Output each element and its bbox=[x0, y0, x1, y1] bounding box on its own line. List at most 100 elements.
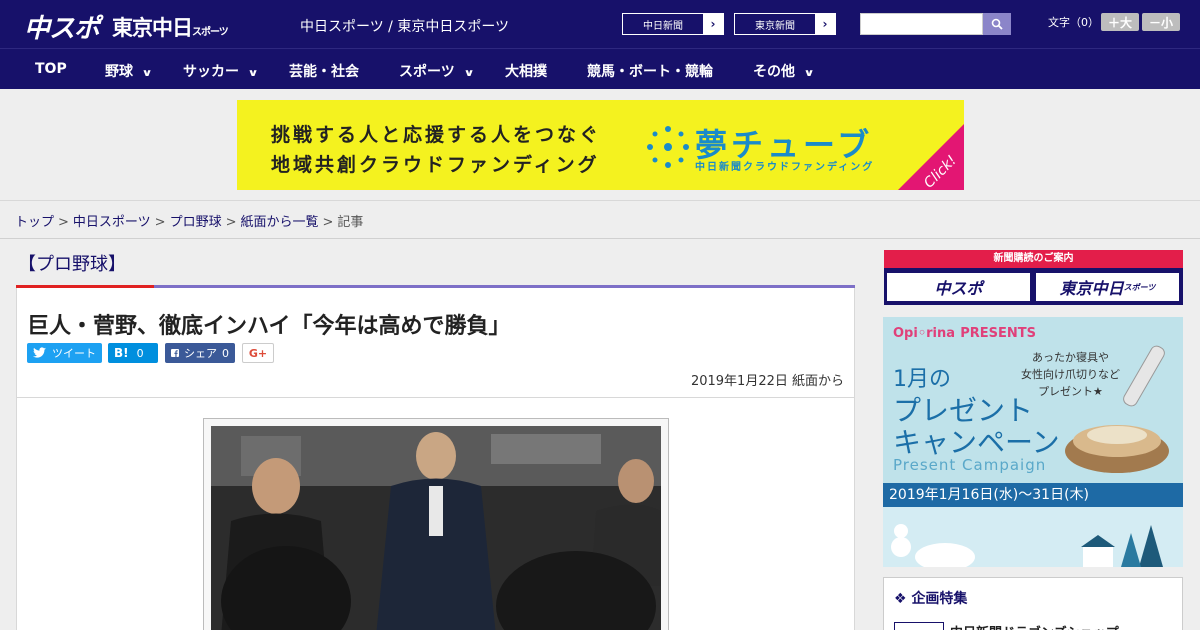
feature-heading-text: 企画特集 bbox=[911, 591, 968, 607]
breadcrumb: トップ > 中日スポーツ > プロ野球 > 紙面から一覧 > 記事 bbox=[0, 201, 1200, 239]
nav-item-sumo[interactable]: 大相撲 bbox=[505, 61, 547, 81]
article-body bbox=[16, 398, 855, 630]
subscription-title: 新聞購読のご案内 bbox=[884, 250, 1183, 268]
main-nav: TOP 野球 ∨ サッカー ∨ 芸能・社会 スポーツ ∨ 大相撲 競馬・ボート・競輪 … bbox=[0, 48, 1200, 89]
tokyo-logo-sub: スポーツ bbox=[192, 27, 229, 38]
nav-label: スポーツ bbox=[399, 64, 455, 80]
winter-scene-illustration bbox=[891, 524, 1163, 567]
nav-label: 大相撲 bbox=[505, 64, 547, 80]
feature-heading: ❖ 企画特集 bbox=[894, 588, 967, 608]
banner-line-1: 挑戦する人と応援する人をつなぐ bbox=[271, 124, 602, 146]
subscribe-tokyo-label: 東京中日 bbox=[1059, 279, 1124, 298]
tweet-label: ツイート bbox=[52, 347, 96, 360]
banner-brand-sub: 中日新聞クラウドファンディング bbox=[695, 162, 875, 173]
nav-item-baseball[interactable]: 野球 ∨ bbox=[105, 61, 153, 81]
article-header: 巨人・菅野、徹底インハイ「今年は高めで勝負」 ツイート B! 0 シェア 0 G… bbox=[16, 288, 855, 398]
bedding-illustration bbox=[1065, 425, 1169, 473]
article-headline: 巨人・菅野、徹底インハイ「今年は高めで勝負」 bbox=[27, 314, 511, 339]
article-category: 【プロ野球】 bbox=[18, 254, 126, 275]
tokyo-chunichi-logo[interactable]: 東京中日スポーツ bbox=[112, 12, 229, 42]
ad-snow-scene bbox=[883, 507, 1183, 567]
chuspo-logo[interactable]: 中スポ bbox=[24, 8, 100, 45]
chevron-right-icon: › bbox=[703, 14, 723, 34]
article-date: 2019年1月22日 紙面から bbox=[690, 374, 844, 389]
ad-presents: PRESENTS bbox=[960, 326, 1037, 341]
breadcrumb-separator: > bbox=[154, 215, 166, 230]
nav-label: TOP bbox=[35, 61, 67, 77]
nav-item-racing[interactable]: 競馬・ボート・競輪 bbox=[587, 61, 713, 81]
feature-box: ❖ 企画特集 中日新聞ドラゴンズショップ bbox=[883, 577, 1183, 630]
nav-item-entertainment[interactable]: 芸能・社会 bbox=[289, 61, 359, 81]
facebook-share-button[interactable]: シェア 0 bbox=[165, 343, 235, 363]
ad-copy-line: 女性向け爪切りなど bbox=[1021, 368, 1120, 381]
hatena-label: B! bbox=[114, 346, 129, 360]
twitter-icon bbox=[33, 347, 46, 358]
breadcrumb-top[interactable]: トップ bbox=[15, 215, 54, 230]
nav-label: その他 bbox=[753, 64, 795, 80]
breadcrumb-chunichi-sports[interactable]: 中日スポーツ bbox=[73, 215, 151, 230]
press-conference-photo bbox=[211, 426, 661, 630]
tokyo-shimbun-label: 東京新聞 bbox=[755, 20, 795, 32]
nav-label: 競馬・ボート・競輪 bbox=[587, 64, 713, 80]
tweet-button[interactable]: ツイート bbox=[27, 343, 102, 363]
chunichi-shimbun-label: 中日新聞 bbox=[643, 20, 683, 32]
facebook-count: 0 bbox=[222, 346, 229, 360]
font-bigger-button[interactable]: ＋大 bbox=[1101, 13, 1139, 31]
chevron-down-icon: ∨ bbox=[803, 68, 815, 79]
tokyo-shimbun-link[interactable]: 東京新聞 › bbox=[734, 13, 836, 35]
ad-dates: 2019年1月16日(水)〜31日(木) bbox=[883, 483, 1183, 507]
ad-brand-name: Opi◦rina bbox=[893, 326, 956, 341]
ad-title-line: キャンペーン bbox=[893, 426, 1060, 459]
nav-item-other[interactable]: その他 ∨ bbox=[753, 61, 815, 81]
chevron-down-icon: ∨ bbox=[141, 68, 153, 79]
nav-label: 芸能・社会 bbox=[289, 64, 359, 80]
ad-brand: Opi◦rina PRESENTS bbox=[893, 323, 1036, 341]
subscription-box: 新聞購読のご案内 中スポ 東京中日 スポーツ bbox=[884, 250, 1183, 305]
site-header: 中スポ 東京中日スポーツ 中日スポーツ / 東京中日スポーツ 中日新聞 › 東京… bbox=[0, 0, 1200, 48]
facebook-icon bbox=[171, 349, 179, 357]
nav-item-sports[interactable]: スポーツ ∨ bbox=[399, 61, 475, 81]
ad-copy-line: あったか寝具や bbox=[1032, 351, 1109, 364]
nav-item-top[interactable]: TOP bbox=[35, 61, 67, 77]
search-input[interactable] bbox=[860, 13, 983, 35]
subscribe-tokyo-button[interactable]: 東京中日 スポーツ bbox=[1036, 273, 1179, 301]
ad-title: プレゼント キャンペーン bbox=[893, 395, 1060, 459]
nav-label: 野球 bbox=[105, 64, 133, 80]
crowdfunding-banner[interactable]: 挑戦する人と応援する人をつなぐ 地域共創クラウドファンディング 夢チューブ 中日… bbox=[237, 100, 964, 190]
article-photo-frame bbox=[203, 418, 669, 630]
feature-item-link[interactable]: 中日新聞ドラゴンズショップ bbox=[950, 622, 1119, 630]
search-icon bbox=[991, 18, 1003, 30]
present-campaign-ad[interactable]: Opi◦rina PRESENTS あったか寝具や 女性向け爪切りなど プレゼン… bbox=[883, 317, 1183, 567]
site-title[interactable]: 中日スポーツ / 東京中日スポーツ bbox=[300, 16, 509, 36]
breadcrumb-separator: > bbox=[225, 215, 237, 230]
tokyo-logo-text: 東京中日 bbox=[112, 16, 193, 40]
banner-line-2: 地域共創クラウドファンディング bbox=[271, 154, 600, 176]
chevron-down-icon: ∨ bbox=[247, 68, 259, 79]
nail-clipper-icon bbox=[1123, 345, 1165, 407]
facebook-label: シェア bbox=[184, 347, 217, 360]
dots-circle-icon bbox=[647, 126, 689, 168]
chevron-right-icon: › bbox=[815, 14, 835, 34]
chunichi-shimbun-link[interactable]: 中日新聞 › bbox=[622, 13, 724, 35]
breadcrumb-paper-list[interactable]: 紙面から一覧 bbox=[241, 215, 319, 230]
ad-english: Present Campaign bbox=[893, 456, 1047, 474]
google-plus-icon: G+ bbox=[248, 346, 268, 360]
nav-label: サッカー bbox=[183, 64, 239, 80]
hatena-bookmark-button[interactable]: B! 0 bbox=[108, 343, 158, 363]
search-button[interactable] bbox=[983, 13, 1011, 35]
article-photo[interactable] bbox=[211, 426, 661, 630]
subscribe-tokyo-sub: スポーツ bbox=[1123, 282, 1156, 292]
ad-title-line: プレゼント bbox=[893, 394, 1034, 427]
font-smaller-button[interactable]: －小 bbox=[1142, 13, 1180, 31]
nav-item-soccer[interactable]: サッカー ∨ bbox=[183, 61, 259, 81]
subscribe-chuspo-button[interactable]: 中スポ bbox=[887, 273, 1030, 301]
ad-copy: あったか寝具や 女性向け爪切りなど プレゼント★ bbox=[1021, 349, 1120, 400]
breadcrumb-separator: > bbox=[322, 215, 334, 230]
banner-area: 挑戦する人と応援する人をつなぐ 地域共創クラウドファンディング 夢チューブ 中日… bbox=[0, 89, 1200, 201]
google-plus-button[interactable]: G+ bbox=[242, 343, 274, 363]
breadcrumb-pro-baseball[interactable]: プロ野球 bbox=[170, 215, 222, 230]
chevron-down-icon: ∨ bbox=[463, 68, 475, 79]
feature-thumbnail[interactable] bbox=[894, 622, 944, 630]
breadcrumb-separator: > bbox=[58, 215, 69, 230]
hatena-count: 0 bbox=[136, 346, 144, 360]
